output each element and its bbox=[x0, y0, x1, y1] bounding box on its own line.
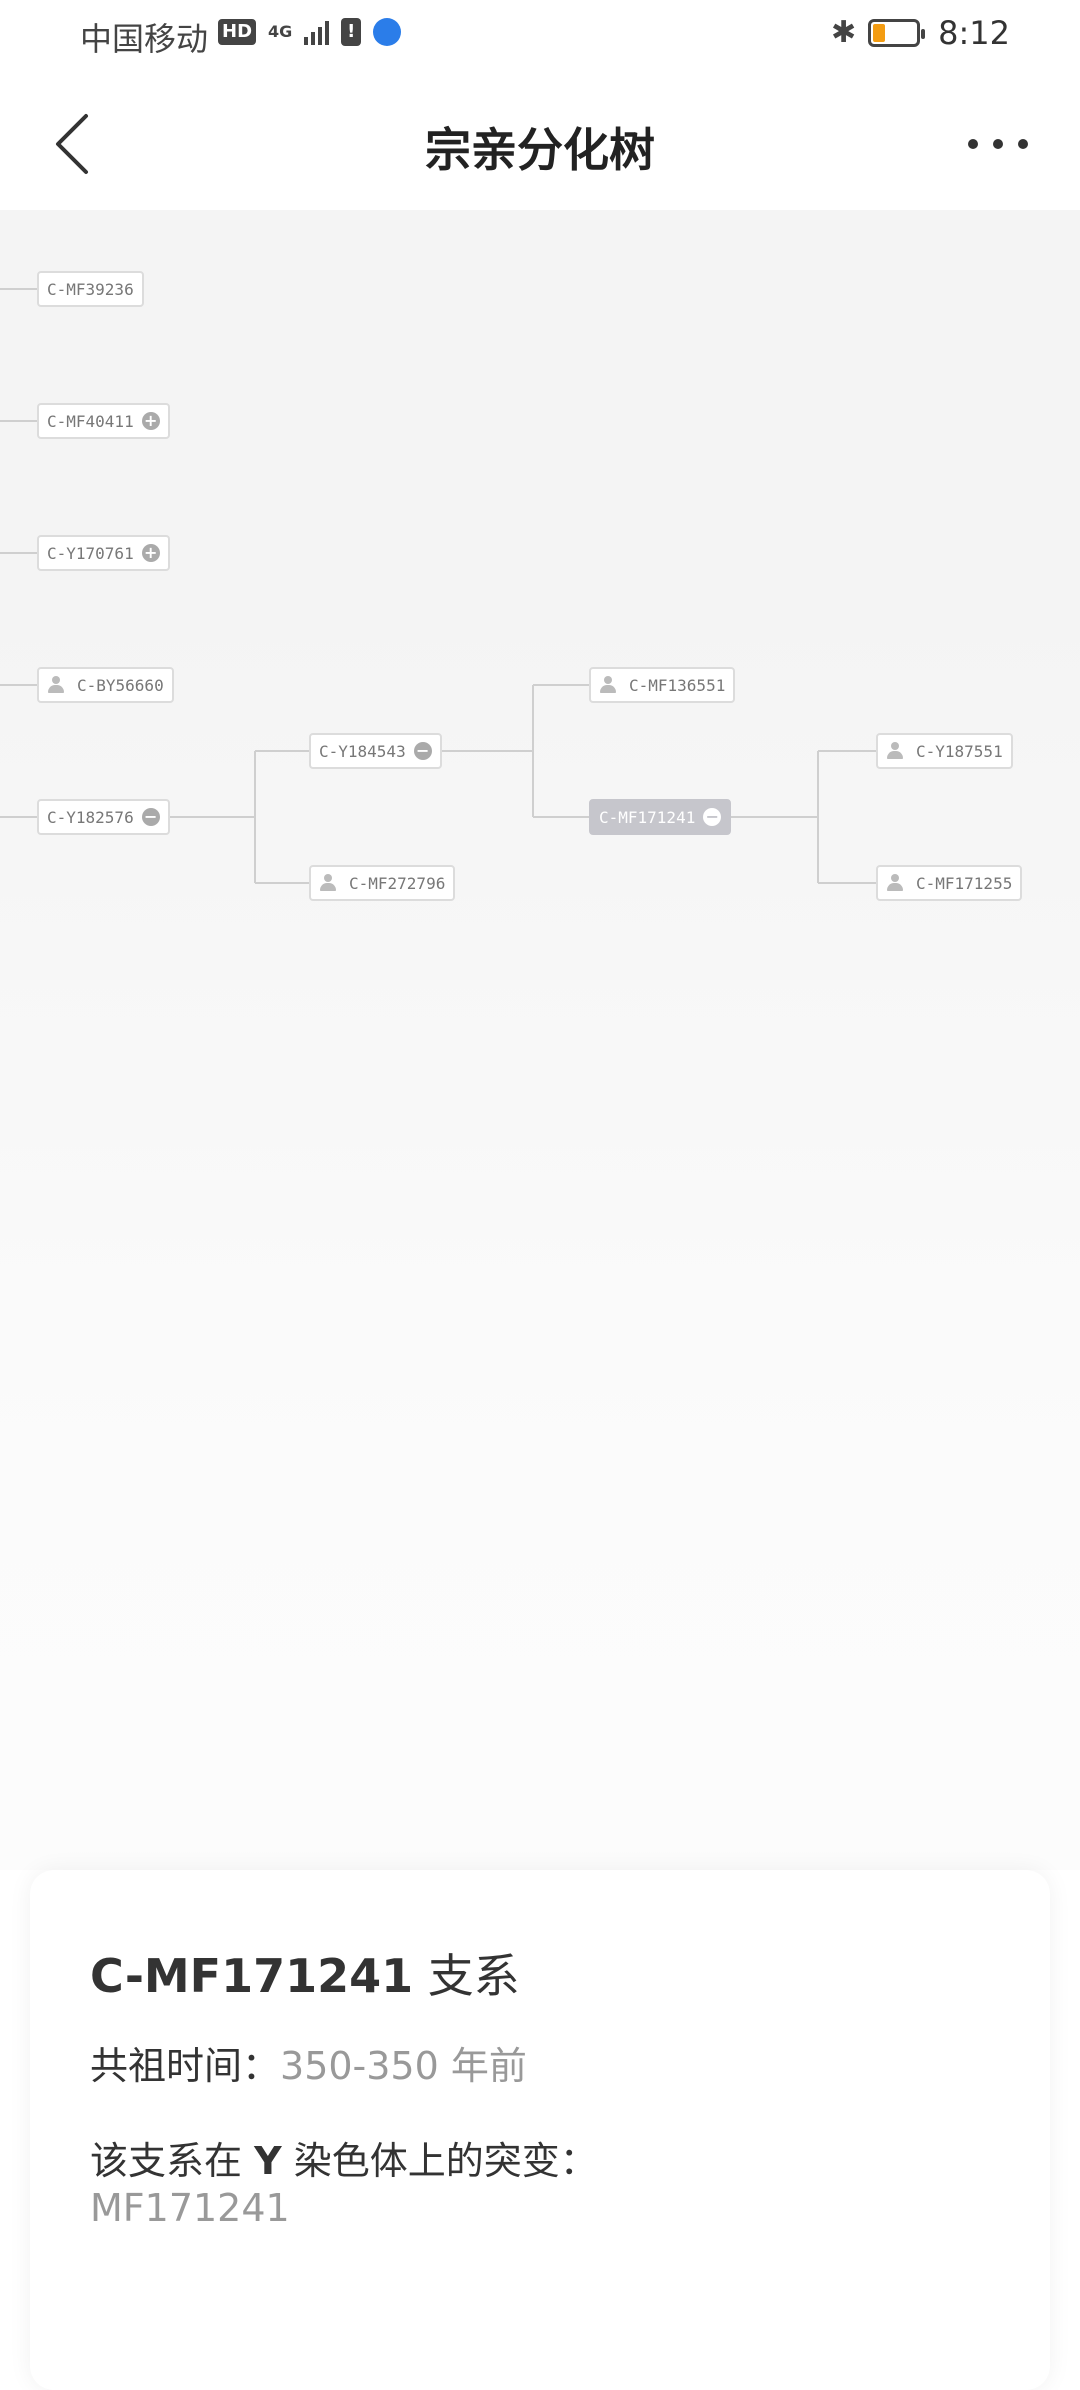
expand-plus-icon[interactable]: + bbox=[141, 544, 160, 562]
branch-title: C-MF171241 支系 bbox=[90, 1940, 520, 2006]
node-label: C-MF171255 bbox=[916, 873, 1013, 893]
person-icon bbox=[886, 742, 904, 760]
node-label: C-Y184543 bbox=[319, 741, 406, 761]
person-icon bbox=[886, 874, 904, 892]
node-label: C-Y187551 bbox=[916, 741, 1003, 761]
globe-icon bbox=[373, 18, 402, 46]
branch-code: C-MF171241 bbox=[90, 1949, 414, 2003]
status-icons-right: ✱ 8:12 bbox=[831, 14, 1010, 52]
ancestor-time-label: 共祖时间： bbox=[90, 2044, 281, 2088]
tree-node[interactable]: C-MF40411 + bbox=[37, 403, 170, 439]
ancestor-time-value: 350-350 年前 bbox=[280, 2044, 527, 2088]
node-label: C-BY56660 bbox=[77, 675, 164, 695]
expand-plus-icon[interactable]: + bbox=[141, 412, 160, 430]
lineage-tree[interactable]: C-MF39236 C-MF40411 + C-Y170761 + C-BY56… bbox=[0, 210, 1080, 1870]
node-label: C-MF136551 bbox=[629, 675, 726, 695]
person-icon bbox=[47, 676, 65, 694]
ancestor-time-row: 共祖时间：350-350 年前 bbox=[90, 2035, 527, 2090]
collapse-minus-icon[interactable]: − bbox=[413, 742, 432, 760]
more-dot bbox=[993, 139, 1003, 149]
notification-alert-icon: ! bbox=[341, 18, 362, 46]
page-title: 宗亲分化树 bbox=[425, 123, 655, 177]
branch-suffix: 支系 bbox=[413, 1949, 520, 2003]
signal-icon bbox=[304, 19, 330, 45]
tree-node[interactable]: C-MF136551 bbox=[589, 667, 736, 703]
tree-node[interactable]: C-MF272796 bbox=[309, 865, 456, 901]
person-icon bbox=[319, 874, 337, 892]
carrier-name: 中国移动 bbox=[80, 20, 209, 58]
more-dot bbox=[968, 139, 978, 149]
tree-node-selected[interactable]: C-MF171241 − bbox=[589, 799, 732, 835]
bluetooth-icon: ✱ bbox=[831, 15, 857, 50]
tree-node[interactable]: C-BY56660 bbox=[37, 667, 174, 703]
more-options-button[interactable] bbox=[968, 132, 1028, 156]
tree-connectors bbox=[0, 288, 876, 884]
tree-node[interactable]: C-Y184543 − bbox=[309, 733, 442, 769]
tree-node[interactable]: C-MF171255 bbox=[876, 865, 1023, 901]
mutation-label-y: Y bbox=[254, 2139, 282, 2183]
tree-node[interactable]: C-Y187551 bbox=[876, 733, 1013, 769]
mutation-value: MF171241 bbox=[90, 2186, 290, 2230]
network-type-icon: 4G bbox=[268, 22, 293, 41]
collapse-minus-icon[interactable]: − bbox=[703, 808, 722, 826]
mutation-label-row: 该支系在 Y 染色体上的突变： bbox=[90, 2130, 598, 2185]
clock: 8:12 bbox=[938, 14, 1010, 52]
branch-info-card: C-MF171241 支系 共祖时间：350-350 年前 该支系在 Y 染色体… bbox=[30, 1870, 1050, 2390]
more-dot bbox=[1018, 139, 1028, 149]
tree-node[interactable]: C-Y182576 − bbox=[37, 799, 170, 835]
node-label: C-MF39236 bbox=[47, 279, 134, 299]
hd-icon: HD bbox=[218, 19, 257, 45]
collapse-minus-icon[interactable]: − bbox=[141, 808, 160, 826]
battery-icon bbox=[868, 19, 926, 47]
node-label: C-MF171241 bbox=[599, 807, 696, 827]
node-label: C-Y182576 bbox=[47, 807, 134, 827]
status-bar: 中国移动 HD 4G ! ✱ 8:12 bbox=[0, 0, 1080, 72]
node-label: C-MF272796 bbox=[349, 873, 446, 893]
node-label: C-MF40411 bbox=[47, 411, 134, 431]
mutation-label-post: 染色体上的突变： bbox=[281, 2139, 598, 2183]
person-icon bbox=[599, 676, 617, 694]
nav-bar: 宗亲分化树 bbox=[0, 72, 1080, 210]
mutation-label-pre: 该支系在 bbox=[90, 2139, 255, 2183]
status-icons-left: HD 4G ! bbox=[218, 18, 402, 46]
node-label: C-Y170761 bbox=[47, 543, 134, 563]
tree-node[interactable]: C-Y170761 + bbox=[37, 535, 170, 571]
tree-node[interactable]: C-MF39236 bbox=[37, 271, 144, 307]
